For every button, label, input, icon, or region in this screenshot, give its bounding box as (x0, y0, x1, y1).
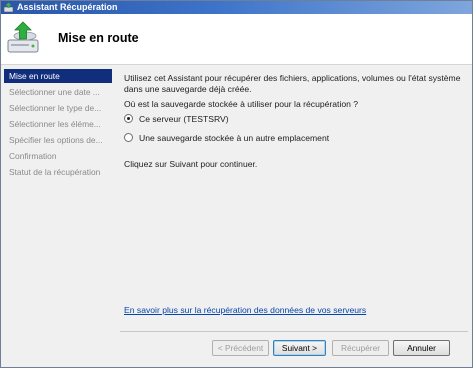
nav-step-specify-options[interactable]: Spécifier les options de... (4, 133, 112, 147)
other-location-label[interactable]: Une sauvegarde stockée à un autre emplac… (139, 132, 329, 144)
window-title: Assistant Récupération (17, 2, 118, 12)
title-bar: Assistant Récupération (1, 1, 472, 14)
nav-step-select-items[interactable]: Sélectionner les éléme... (4, 117, 112, 131)
nav-step-getting-started[interactable]: Mise en route (4, 69, 112, 83)
storage-question: Où est la sauvegarde stockée à utiliser … (124, 99, 359, 109)
page-title: Mise en route (58, 31, 139, 45)
cancel-button[interactable]: Annuler (393, 340, 450, 356)
option-this-server[interactable]: Ce serveur (TESTSRV) (124, 113, 324, 125)
previous-button[interactable]: < Précédent (212, 340, 269, 356)
learn-more-link[interactable]: En savoir plus sur la récupération des d… (124, 305, 366, 315)
wizard-steps-nav: Mise en route Sélectionner une date ... … (1, 66, 114, 356)
continue-text: Cliquez sur Suivant pour continuer. (124, 159, 258, 169)
nav-step-recovery-status[interactable]: Statut de la récupération (4, 165, 112, 179)
nav-step-confirmation[interactable]: Confirmation (4, 149, 112, 163)
wizard-header: Mise en route (1, 14, 472, 65)
intro-text: Utilisez cet Assistant pour récupérer de… (124, 73, 461, 94)
wizard-content: Utilisez cet Assistant pour récupérer de… (115, 65, 472, 331)
nav-step-select-type[interactable]: Sélectionner le type de... (4, 101, 112, 115)
backup-app-icon (3, 2, 14, 13)
this-server-label[interactable]: Ce serveur (TESTSRV) (139, 113, 229, 125)
option-other-location[interactable]: Une sauvegarde stockée à un autre emplac… (124, 132, 384, 144)
next-button[interactable]: Suivant > (273, 340, 326, 356)
footer-divider (120, 331, 468, 332)
recovery-drive-icon (7, 21, 39, 53)
other-location-radio[interactable] (124, 133, 133, 142)
nav-step-select-date[interactable]: Sélectionner une date ... (4, 85, 112, 99)
recover-button[interactable]: Récupérer (332, 340, 389, 356)
this-server-radio[interactable] (124, 114, 133, 123)
recovery-wizard-window: Assistant Récupération Mise en route Mis… (0, 0, 473, 368)
